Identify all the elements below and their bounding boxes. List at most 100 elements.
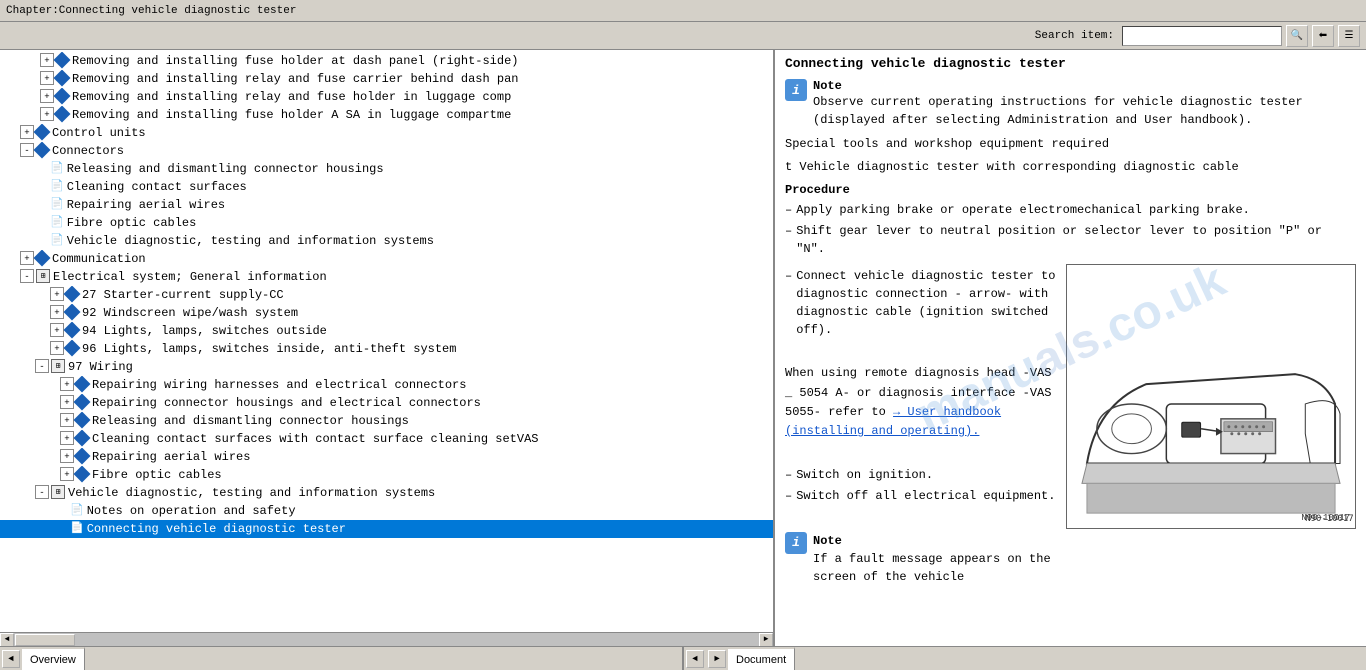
tree-item-label: 96 Lights, lamps, switches inside, anti-… (82, 341, 456, 357)
horizontal-scrollbar[interactable]: ◄ ► (0, 632, 773, 646)
remote-text: When using remote diagnosis head -VAS _ … (785, 364, 1058, 441)
special-tools-text: Special tools and workshop equipment req… (785, 135, 1356, 154)
expand-icon[interactable]: - (20, 269, 34, 283)
tree-area[interactable]: + Removing and installing fuse holder at… (0, 50, 773, 632)
toolbar: Search item: 🔍 ⬅ ☰ (0, 22, 1366, 50)
menu-button[interactable]: ☰ (1338, 25, 1360, 47)
tree-item[interactable]: + Repairing connector housings and elect… (0, 394, 773, 412)
expand-icon[interactable]: + (60, 431, 74, 445)
scroll-thumb[interactable] (15, 634, 75, 646)
note-box: i Note Observe current operating instruc… (785, 79, 1356, 129)
tree-item-label: Removing and installing fuse holder at d… (72, 53, 518, 69)
expand-icon[interactable]: + (60, 377, 74, 391)
book-icon: ⊞ (36, 269, 50, 283)
scroll-track[interactable] (14, 633, 759, 647)
tree-item[interactable]: + Removing and installing relay and fuse… (0, 88, 773, 106)
tree-item[interactable]: - ⊞ Electrical system; General informati… (0, 268, 773, 286)
tree-item[interactable]: + Control units (0, 124, 773, 142)
tree-item[interactable]: - ⊞ Vehicle diagnostic, testing and info… (0, 484, 773, 502)
expand-icon[interactable]: + (60, 413, 74, 427)
tree-item-label: Repairing connector housings and electri… (92, 395, 481, 411)
bullet-dash: – (785, 466, 792, 484)
overview-tab[interactable]: Overview (22, 647, 85, 670)
tree-item[interactable]: + 96 Lights, lamps, switches inside, ant… (0, 340, 773, 358)
expand-icon[interactable]: + (40, 89, 54, 103)
folder-icon (74, 430, 91, 446)
bullet-dash: – (785, 487, 792, 505)
expand-icon[interactable]: + (60, 449, 74, 463)
search-input[interactable] (1122, 26, 1282, 46)
expand-icon[interactable]: + (50, 323, 64, 337)
folder-icon (64, 286, 81, 302)
diagram-area: – Connect vehicle diagnostic tester to d… (785, 264, 1356, 592)
scroll-right[interactable]: ► (759, 633, 773, 647)
tree-item-active[interactable]: 📄 Connecting vehicle diagnostic tester (0, 520, 773, 538)
folder-icon (74, 394, 91, 410)
switch-on-text: Switch on ignition. (796, 466, 933, 484)
book-icon: ⊞ (51, 359, 65, 373)
tree-item[interactable]: 📄 Repairing aerial wires (0, 196, 773, 214)
tree-item[interactable]: + Repairing wiring harnesses and electri… (0, 376, 773, 394)
status-left: ◄ Overview (0, 647, 684, 670)
status-bar: ◄ Overview ◄ ► Document (0, 646, 1366, 670)
expand-icon[interactable]: - (35, 359, 49, 373)
status-right: ◄ ► Document (684, 647, 1366, 670)
step-1: – Apply parking brake or operate electro… (785, 201, 1356, 219)
expand-icon[interactable]: + (20, 125, 34, 139)
note-2-label: Note (813, 532, 1058, 550)
tree-item-label: Communication (52, 251, 146, 267)
expand-icon[interactable]: + (20, 251, 34, 265)
tree-item[interactable]: 📄 Fibre optic cables (0, 214, 773, 232)
expand-icon[interactable]: + (60, 395, 74, 409)
tree-item[interactable]: + 92 Windscreen wipe/wash system (0, 304, 773, 322)
nav-prev[interactable]: ◄ (686, 650, 704, 668)
book-icon: ⊞ (51, 485, 65, 499)
folder-icon (34, 250, 51, 266)
tree-item[interactable]: + Removing and installing fuse holder at… (0, 52, 773, 70)
tree-item[interactable]: 📄 Releasing and dismantling connector ho… (0, 160, 773, 178)
prev-button[interactable]: ⬅ (1312, 25, 1334, 47)
tree-item[interactable]: - Connectors (0, 142, 773, 160)
tree-item-label: Notes on operation and safety (87, 503, 296, 519)
expand-icon[interactable]: + (50, 341, 64, 355)
folder-icon (74, 376, 91, 392)
tree-item[interactable]: + 94 Lights, lamps, switches outside (0, 322, 773, 340)
tree-item[interactable]: - ⊞ 97 Wiring (0, 358, 773, 376)
expand-icon[interactable]: + (50, 287, 64, 301)
document-tab[interactable]: Document (728, 647, 795, 670)
title-bar-text: Chapter:Connecting vehicle diagnostic te… (6, 5, 296, 17)
tree-item[interactable]: + Cleaning contact surfaces with contact… (0, 430, 773, 448)
tree-item[interactable]: + 27 Starter-current supply-CC (0, 286, 773, 304)
tree-item[interactable]: 📄 Vehicle diagnostic, testing and inform… (0, 232, 773, 250)
tree-item[interactable]: 📄 Cleaning contact surfaces (0, 178, 773, 196)
step-2: – Shift gear lever to neutral position o… (785, 222, 1356, 258)
expand-icon[interactable]: + (60, 467, 74, 481)
tree-item[interactable]: + Removing and installing fuse holder A … (0, 106, 773, 124)
tree-item[interactable]: + Fibre optic cables (0, 466, 773, 484)
tree-item[interactable]: 📄 Notes on operation and safety (0, 502, 773, 520)
search-button[interactable]: 🔍 (1286, 25, 1308, 47)
tree-item[interactable]: + Communication (0, 250, 773, 268)
user-handbook-link[interactable]: → User handbook (installing and operatin… (785, 405, 1001, 438)
title-bar: Chapter:Connecting vehicle diagnostic te… (0, 0, 1366, 22)
folder-icon (74, 448, 91, 464)
page-icon: 📄 (50, 197, 64, 213)
scroll-left-arrow[interactable]: ◄ (2, 650, 20, 668)
expand-icon[interactable]: + (50, 305, 64, 319)
tree-item[interactable]: + Removing and installing relay and fuse… (0, 70, 773, 88)
left-panel: + Removing and installing fuse holder at… (0, 50, 775, 646)
expand-icon[interactable]: + (40, 107, 54, 121)
expand-icon[interactable]: + (40, 71, 54, 85)
expand-icon[interactable]: + (40, 53, 54, 67)
expand-icon[interactable]: - (35, 485, 49, 499)
scroll-left[interactable]: ◄ (0, 633, 14, 647)
tree-item-label: 27 Starter-current supply-CC (82, 287, 284, 303)
folder-icon (74, 466, 91, 482)
tree-item[interactable]: + Repairing aerial wires (0, 448, 773, 466)
tree-item[interactable]: + Releasing and dismantling connector ho… (0, 412, 773, 430)
tree-item-label: Repairing aerial wires (67, 197, 225, 213)
expand-icon[interactable]: - (20, 143, 34, 157)
switch-off-step: – Switch off all electrical equipment. (785, 487, 1058, 505)
nav-next[interactable]: ► (708, 650, 726, 668)
doc-title: Connecting vehicle diagnostic tester (785, 56, 1356, 71)
